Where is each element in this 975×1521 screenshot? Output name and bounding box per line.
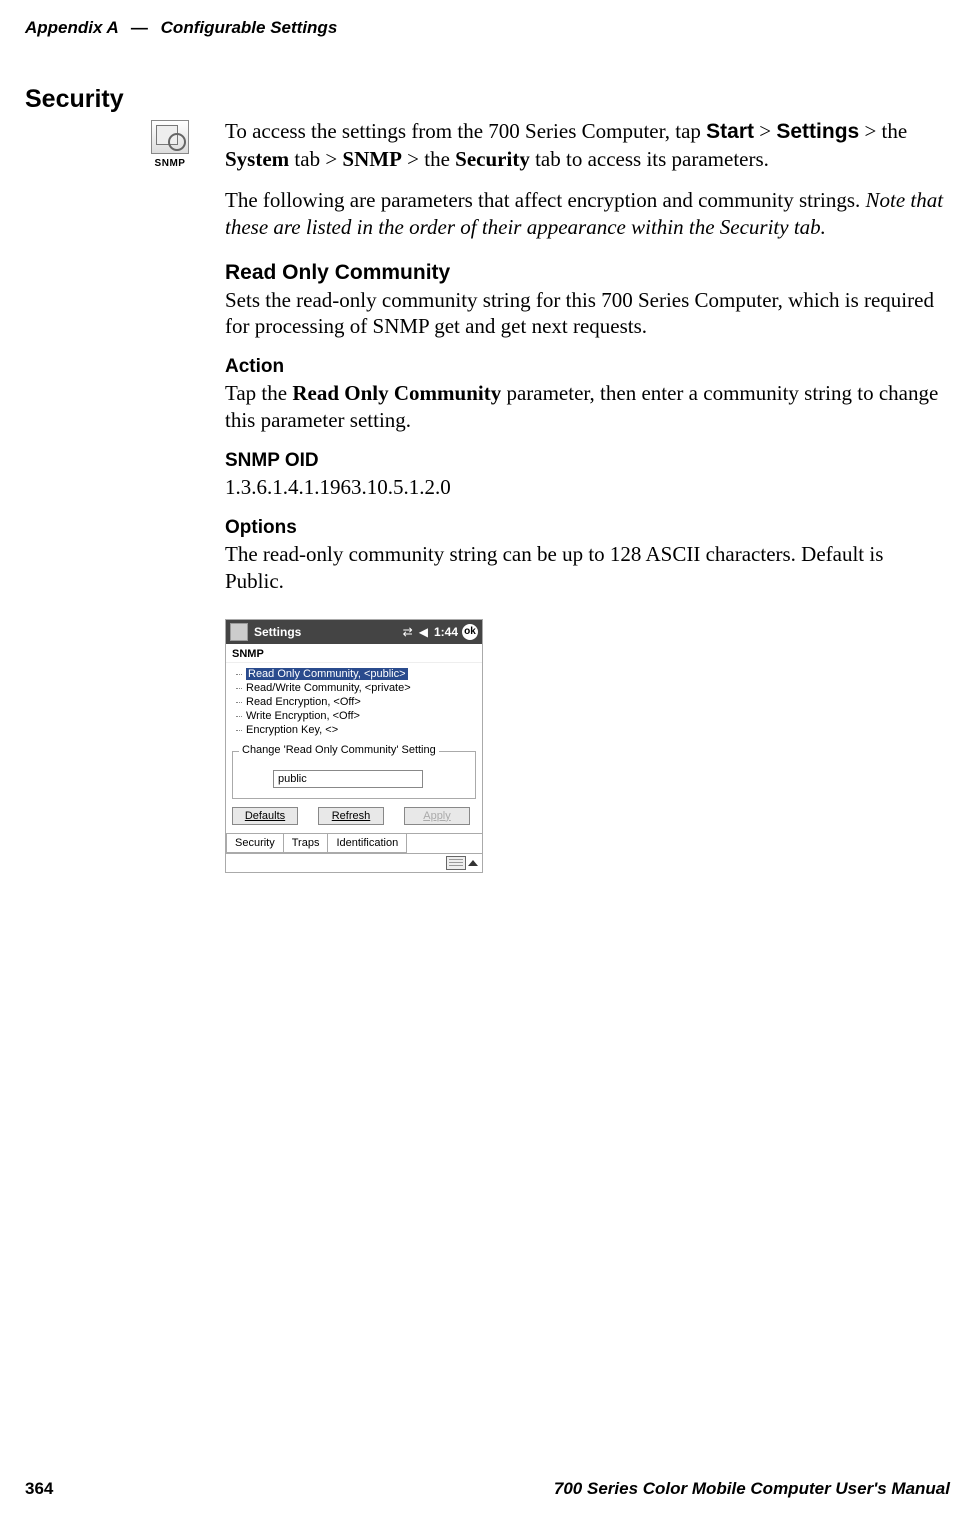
- heading-snmp-oid: SNMP OID: [225, 450, 945, 472]
- oid-value: 1.3.6.1.4.1.1963.10.5.1.2.0: [225, 474, 945, 501]
- fieldset-legend: Change 'Read Only Community' Setting: [239, 744, 439, 756]
- tree-item-read-only-community[interactable]: Read Only Community, <public>: [236, 667, 476, 681]
- parameter-tree: Read Only Community, <public> Read/Write…: [226, 663, 482, 745]
- refresh-button[interactable]: Refresh: [318, 807, 384, 825]
- change-setting-fieldset: Change 'Read Only Community' Setting: [232, 751, 476, 799]
- tab-strip: Security Traps Identification: [226, 833, 482, 853]
- options-paragraph: The read-only community string can be up…: [225, 541, 945, 595]
- manual-title: 700 Series Color Mobile Computer User's …: [554, 1479, 950, 1499]
- text: >: [754, 119, 776, 143]
- page: Appendix A — Configurable Settings Secur…: [0, 0, 975, 1521]
- button-row: Defaults Refresh Apply: [226, 805, 482, 833]
- text: The following are parameters that affect…: [225, 188, 866, 212]
- heading-options: Options: [225, 517, 945, 539]
- running-footer: 364 700 Series Color Mobile Computer Use…: [25, 1479, 950, 1499]
- embedded-screenshot: Settings ⇄ ◀ 1:44 ok SNMP Read Only Comm…: [225, 619, 483, 873]
- body-column: To access the settings from the 700 Seri…: [225, 118, 945, 873]
- tab-traps[interactable]: Traps: [284, 834, 329, 853]
- snmp-icon: [151, 120, 189, 154]
- header-title: Configurable Settings: [161, 18, 338, 37]
- page-number: 364: [25, 1479, 53, 1499]
- ok-button[interactable]: ok: [462, 624, 478, 640]
- text: tab to access its parameters.: [530, 147, 769, 171]
- tree-item-read-write-community[interactable]: Read/Write Community, <private>: [236, 681, 476, 695]
- snmp-icon-label: SNMP: [150, 158, 190, 169]
- header-appendix: Appendix A: [25, 18, 118, 37]
- defaults-button[interactable]: Defaults: [232, 807, 298, 825]
- intro-paragraph-2: The following are parameters that affect…: [225, 187, 945, 241]
- tree-item-encryption-key[interactable]: Encryption Key, <>: [236, 723, 476, 737]
- apply-button: Apply: [404, 807, 470, 825]
- kw-snmp: SNMP: [342, 147, 402, 171]
- tab-security[interactable]: Security: [226, 834, 284, 853]
- intro-paragraph-1: To access the settings from the 700 Seri…: [225, 118, 945, 173]
- text: > the: [402, 147, 455, 171]
- community-string-input[interactable]: [273, 770, 423, 788]
- text: > the: [859, 119, 907, 143]
- connectivity-icon[interactable]: ⇄: [403, 625, 413, 639]
- kw-system: System: [225, 147, 289, 171]
- header-dash: —: [131, 18, 148, 37]
- param-name: Read Only Community: [292, 381, 501, 405]
- tree-item-write-encryption[interactable]: Write Encryption, <Off>: [236, 709, 476, 723]
- applet-title: SNMP: [226, 644, 482, 663]
- kw-start: Start: [706, 120, 754, 143]
- clock[interactable]: 1:44: [434, 625, 458, 639]
- text: tab >: [289, 147, 342, 171]
- roc-paragraph: Sets the read-only community string for …: [225, 287, 945, 341]
- heading-action: Action: [225, 356, 945, 378]
- window-titlebar: Settings ⇄ ◀ 1:44 ok: [226, 620, 482, 644]
- tree-item-read-encryption[interactable]: Read Encryption, <Off>: [236, 695, 476, 709]
- text: Tap the: [225, 381, 292, 405]
- sip-bar: [226, 853, 482, 872]
- tab-identification[interactable]: Identification: [328, 834, 407, 853]
- action-paragraph: Tap the Read Only Community parameter, t…: [225, 380, 945, 434]
- keyboard-icon[interactable]: [446, 856, 466, 870]
- kw-settings: Settings: [776, 120, 859, 143]
- snmp-icon-block: SNMP: [150, 120, 190, 169]
- heading-read-only-community: Read Only Community: [225, 261, 945, 285]
- up-arrow-icon[interactable]: [468, 860, 478, 866]
- section-heading-security: Security: [25, 85, 124, 114]
- running-header: Appendix A — Configurable Settings: [25, 18, 950, 38]
- start-flag-icon[interactable]: [230, 623, 248, 641]
- kw-security: Security: [455, 147, 530, 171]
- window-title: Settings: [254, 625, 403, 639]
- text: To access the settings from the 700 Seri…: [225, 119, 706, 143]
- volume-icon[interactable]: ◀: [419, 625, 428, 639]
